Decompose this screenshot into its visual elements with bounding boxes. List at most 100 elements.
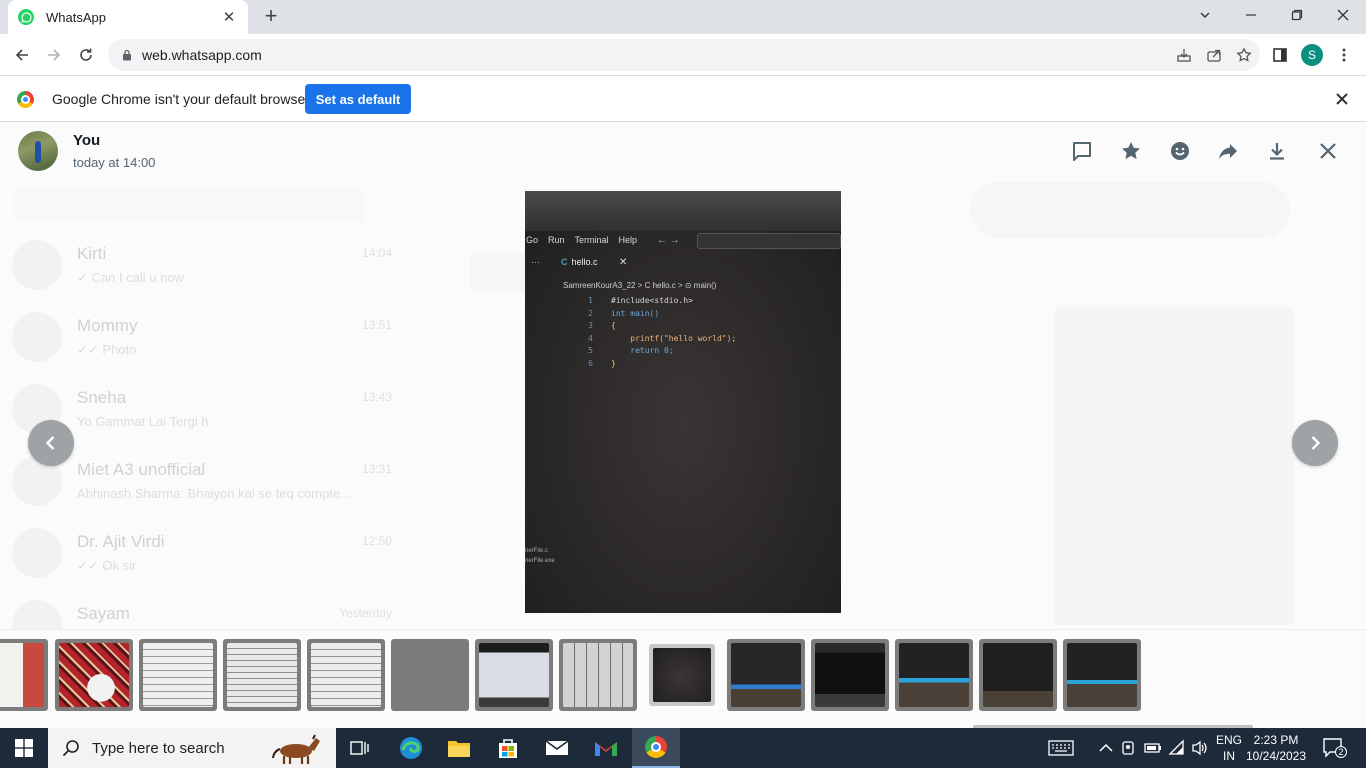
- bookmark-star-icon[interactable]: [1236, 47, 1252, 63]
- media-thumbnail[interactable]: [1063, 639, 1141, 711]
- chrome-menu-icon[interactable]: [1334, 45, 1354, 65]
- media-thumbnail[interactable]: [223, 639, 301, 711]
- window-close-icon[interactable]: [1320, 0, 1366, 30]
- language-indicator[interactable]: ENG IN: [1214, 732, 1244, 764]
- editor-menu-bar: Go Run Terminal Help: [525, 235, 637, 249]
- taskbar-search-box[interactable]: Type here to search: [48, 728, 336, 768]
- editor-tab-row: ··· Chello.c ✕: [525, 257, 841, 273]
- media-thumbnail[interactable]: [811, 639, 889, 711]
- tab-close-icon[interactable]: ✕: [220, 8, 238, 26]
- new-tab-button[interactable]: +: [260, 5, 282, 28]
- language-code: ENG: [1215, 733, 1242, 747]
- background-image-message: [1054, 307, 1294, 625]
- close-icon[interactable]: [1316, 139, 1340, 163]
- system-clock[interactable]: 2:23 PM 10/24/2023: [1245, 732, 1307, 764]
- reload-icon[interactable]: [74, 43, 98, 67]
- code-line: 5 return 0;: [571, 345, 736, 358]
- chat-preview: ✓✓ Ok sir: [77, 558, 137, 573]
- address-bar[interactable]: web.whatsapp.com: [108, 39, 1260, 71]
- back-arrow-icon[interactable]: [10, 43, 34, 67]
- thumbnail-strip: [0, 629, 1366, 728]
- restore-icon[interactable]: [1274, 0, 1320, 30]
- media-thumbnail[interactable]: [0, 639, 48, 711]
- chevron-right-icon: [1311, 436, 1321, 450]
- line-number: 1: [588, 296, 593, 305]
- task-view-icon[interactable]: [336, 728, 384, 768]
- gmail-icon[interactable]: [582, 728, 630, 768]
- media-thumbnail[interactable]: [55, 639, 133, 711]
- file-explorer-icon[interactable]: [435, 728, 483, 768]
- microsoft-store-icon[interactable]: [484, 728, 532, 768]
- install-app-icon[interactable]: [1176, 47, 1192, 63]
- background-bubble: [470, 252, 530, 292]
- editor-breadcrumb: SamreenKourA3_22 > C hello.c > ⊙ main(): [563, 281, 717, 290]
- set-as-default-button[interactable]: Set as default: [305, 84, 411, 114]
- menu-item: Run: [548, 235, 565, 245]
- forward-arrow-icon[interactable]: [42, 43, 66, 67]
- menu-item: Help: [618, 235, 638, 245]
- media-thumbnail-selected[interactable]: [649, 644, 715, 706]
- share-icon[interactable]: [1206, 47, 1222, 63]
- battery-icon[interactable]: [1144, 739, 1162, 757]
- search-icon: [62, 740, 79, 757]
- default-browser-infobar: Google Chrome isn't your default browser…: [0, 76, 1366, 122]
- media-thumbnail[interactable]: [559, 639, 637, 711]
- star-icon[interactable]: [1119, 139, 1143, 163]
- forward-icon[interactable]: [1216, 139, 1240, 163]
- previous-media-button[interactable]: [28, 420, 74, 466]
- editor-nav-arrows-icon: ← →: [657, 235, 680, 246]
- profile-avatar[interactable]: S: [1301, 44, 1323, 66]
- clock-time: 2:23 PM: [1253, 733, 1299, 747]
- chat-preview: Yo Gammat Lai Tergi h: [77, 414, 209, 429]
- line-number: 3: [588, 321, 593, 331]
- next-media-button[interactable]: [1292, 420, 1338, 466]
- edge-browser-icon[interactable]: [387, 728, 435, 768]
- emoji-react-icon[interactable]: [1168, 139, 1192, 163]
- media-thumbnail[interactable]: [391, 639, 469, 711]
- sender-name: You: [73, 132, 101, 149]
- volume-icon[interactable]: [1191, 739, 1209, 757]
- menu-item: Go: [526, 235, 539, 245]
- download-icon[interactable]: [1265, 139, 1289, 163]
- code-text: int main(): [611, 308, 660, 318]
- touch-keyboard-icon[interactable]: [1048, 739, 1074, 757]
- chat-name: Dr. Ajit Virdi: [77, 532, 165, 551]
- chat-time: 12:50: [361, 534, 392, 548]
- url-text: web.whatsapp.com: [142, 47, 262, 63]
- media-thumbnail[interactable]: [307, 639, 385, 711]
- language-region: IN: [1223, 749, 1235, 763]
- editor-file-tab-name: hello.c: [571, 257, 598, 267]
- media-thumbnail[interactable]: [979, 639, 1057, 711]
- minimize-icon[interactable]: [1228, 0, 1274, 30]
- meet-now-icon[interactable]: [1120, 739, 1138, 757]
- tray-chevron-up-icon[interactable]: [1097, 739, 1115, 757]
- tab-search-chevron-icon[interactable]: [1182, 0, 1228, 30]
- editor-search-box: [697, 233, 841, 249]
- whatsapp-favicon-icon: [18, 9, 34, 25]
- list-item: Dr. Ajit Virdi ✓✓ Ok sir 12:50: [12, 518, 392, 590]
- chat-name: Miet A3 unofficial: [77, 460, 206, 479]
- editor-tab-close-icon: ✕: [619, 257, 628, 268]
- media-thumbnail[interactable]: [727, 639, 805, 711]
- chrome-taskbar-icon[interactable]: [632, 728, 680, 768]
- horse-illustration-icon: [272, 734, 320, 764]
- code-line: 3{: [571, 320, 736, 333]
- explorer-file: nerFile.c: [525, 548, 549, 554]
- mail-icon[interactable]: [533, 728, 581, 768]
- media-thumbnail[interactable]: [139, 639, 217, 711]
- infobar-close-icon[interactable]: [1334, 91, 1350, 107]
- chat-name: Kirti: [77, 244, 107, 263]
- code-block: 1 #include<stdio.h> 2 int main() 3{ 4 prin…: [571, 295, 736, 371]
- monitor-bezel: [525, 191, 841, 231]
- list-item: Mommy ✓✓ Photo 13:51: [12, 302, 392, 374]
- side-panel-icon[interactable]: [1270, 45, 1290, 65]
- media-thumbnail[interactable]: [475, 639, 553, 711]
- media-thumbnail[interactable]: [895, 639, 973, 711]
- windows-start-icon[interactable]: [0, 728, 48, 768]
- reply-icon[interactable]: [1070, 139, 1094, 163]
- line-number: 4: [588, 333, 593, 343]
- browser-tab-whatsapp[interactable]: WhatsApp ✕: [8, 0, 248, 34]
- notification-center-icon[interactable]: 2: [1323, 738, 1347, 758]
- sent-timestamp: today at 14:00: [73, 155, 156, 170]
- network-icon[interactable]: [1168, 739, 1186, 757]
